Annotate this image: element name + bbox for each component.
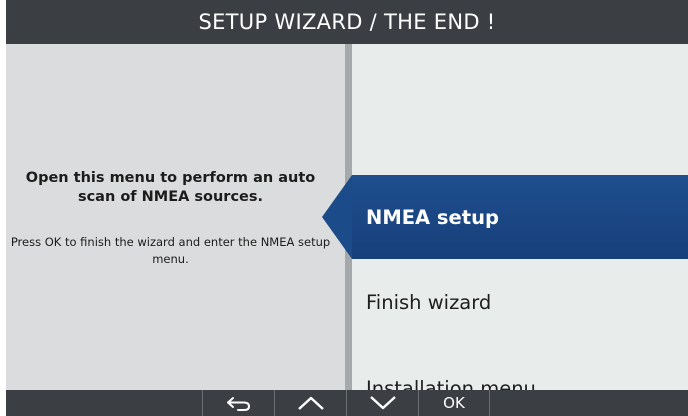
help-headline: Open this menu to perform an auto scan o… <box>25 170 316 205</box>
title-bar: SETUP WIZARD / THE END ! <box>6 0 688 44</box>
selection-pointer <box>322 175 352 259</box>
menu-item-nmea-setup[interactable]: NMEA setup <box>352 175 688 259</box>
ok-label: OK <box>443 394 465 412</box>
chevron-down-icon <box>369 396 396 410</box>
chevron-up-icon <box>297 396 324 410</box>
menu-item-label: NMEA setup <box>366 205 499 229</box>
wizard-screen: SETUP WIZARD / THE END ! Open this menu … <box>6 0 688 416</box>
down-softkey[interactable] <box>346 390 418 416</box>
wizard-menu: NMEA setup Finish wizard Installation me… <box>352 44 688 390</box>
back-softkey[interactable] <box>202 390 274 416</box>
page-title: SETUP WIZARD / THE END ! <box>198 10 496 34</box>
softkey-bar: OK <box>6 390 688 416</box>
back-arrow-icon <box>226 397 250 411</box>
menu-item-label: Finish wizard <box>366 290 492 314</box>
help-panel: Open this menu to perform an auto scan o… <box>6 44 345 390</box>
up-softkey[interactable] <box>274 390 346 416</box>
menu-item-installation-menu[interactable]: Installation menu <box>352 346 688 391</box>
help-detail: Press OK to finish the wizard and enter … <box>10 235 331 266</box>
menu-item-label: Installation menu <box>366 376 536 391</box>
ok-softkey[interactable]: OK <box>418 390 490 416</box>
menu-item-finish-wizard[interactable]: Finish wizard <box>352 260 688 344</box>
